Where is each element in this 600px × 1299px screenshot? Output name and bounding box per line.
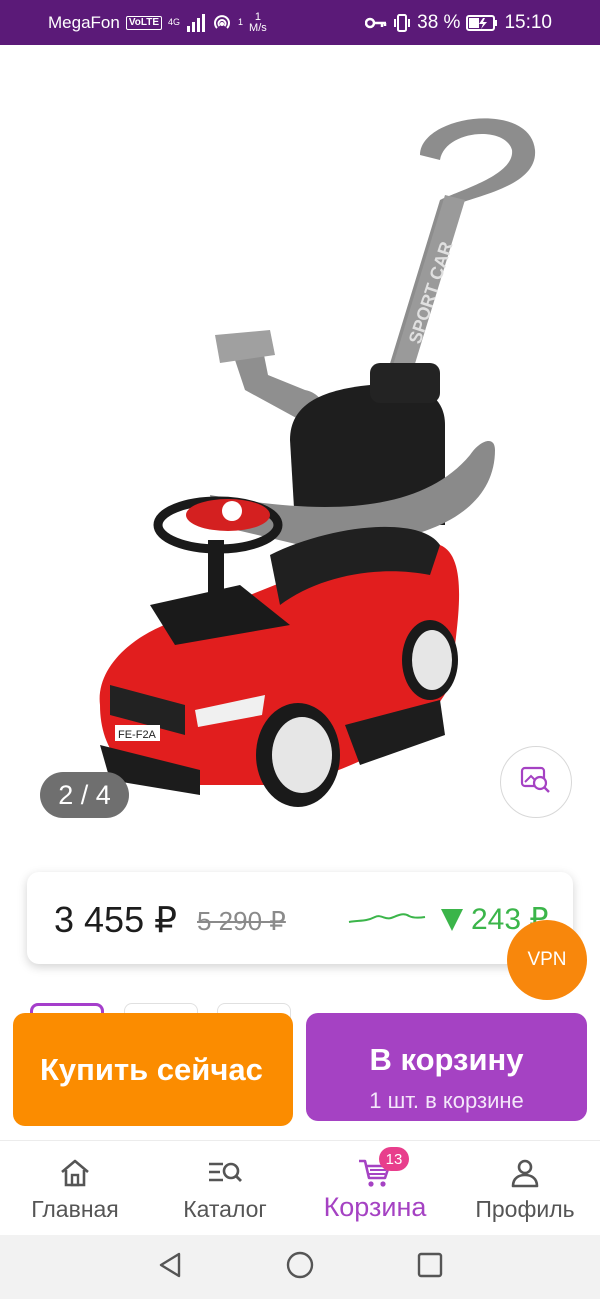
nav-item-home[interactable]: Главная	[0, 1141, 150, 1235]
speed-unit: M/s	[249, 21, 267, 34]
battery-charging-icon	[466, 14, 498, 32]
battery-percent: 38 %	[417, 11, 461, 33]
screen: MegaFon VoLTE 4G 1 1 M/s 38 % 15:10 SPOR…	[0, 0, 600, 1299]
visual-search-button[interactable]	[500, 746, 572, 818]
catalog-search-icon	[207, 1157, 243, 1189]
vibrate-icon	[393, 13, 411, 33]
profile-icon	[510, 1157, 540, 1189]
nav-item-cart[interactable]: 13 Корзина	[300, 1141, 450, 1235]
back-button[interactable]	[150, 1247, 190, 1287]
nav-label: Профиль	[475, 1196, 575, 1222]
clock: 15:10	[504, 11, 552, 33]
nav-label: Корзина	[323, 1192, 427, 1222]
cart-icon: 13	[357, 1147, 409, 1189]
status-right: 38 % 15:10	[365, 12, 552, 34]
add-to-cart-label: В корзину	[369, 1042, 524, 1077]
old-price: 5 290 ₽	[197, 906, 286, 936]
recents-button[interactable]	[410, 1247, 450, 1287]
hotspot-count: 1	[238, 17, 244, 27]
hotspot-icon	[212, 13, 232, 33]
signal-icon	[186, 13, 206, 32]
svg-text:FE-F2A: FE-F2A	[118, 729, 157, 741]
carrier-name: MegaFon	[48, 12, 120, 32]
nav-label: Главная	[31, 1196, 119, 1222]
cart-quantity-label: 1 шт. в корзине	[369, 1088, 524, 1113]
home-button[interactable]	[280, 1247, 320, 1287]
system-navigation-bar	[0, 1235, 600, 1299]
volte-badge: VoLTE	[125, 15, 163, 30]
buy-now-button[interactable]: Купить сейчас	[13, 1013, 293, 1126]
vpn-button[interactable]: VPN	[507, 920, 587, 1000]
cart-count-badge: 13	[379, 1147, 409, 1171]
add-to-cart-button[interactable]: В корзину 1 шт. в корзине	[306, 1013, 587, 1121]
back-triangle-icon	[157, 1251, 183, 1284]
network-speed: 1 M/s	[249, 11, 267, 34]
home-icon	[59, 1157, 91, 1189]
ride-on-car-image: SPORT CAR FE-F2A	[99, 118, 536, 807]
home-circle-icon	[285, 1250, 315, 1285]
status-left: MegaFon VoLTE 4G 1 1 M/s	[48, 11, 267, 34]
nav-item-profile[interactable]: Профиль	[450, 1141, 600, 1235]
status-bar: MegaFon VoLTE 4G 1 1 M/s 38 % 15:10	[0, 0, 600, 45]
price-down-arrow-icon	[441, 908, 463, 931]
nav-label: Каталог	[183, 1196, 267, 1222]
product-image[interactable]: SPORT CAR FE-F2A	[0, 45, 600, 845]
network-type: 4G	[168, 17, 181, 27]
image-counter: 2 / 4	[40, 772, 129, 818]
key-icon	[365, 16, 387, 30]
price-card: 3 455 ₽ 5 290 ₽ 243 ₽	[27, 872, 573, 964]
nav-item-catalog[interactable]: Каталог	[150, 1141, 300, 1235]
recents-square-icon	[416, 1251, 444, 1284]
price-history-sparkline[interactable]	[347, 902, 427, 937]
image-search-icon	[520, 765, 552, 800]
current-price: 3 455 ₽	[54, 899, 177, 940]
bottom-navigation: Главная Каталог 13 Корзина Профиль	[0, 1140, 600, 1235]
